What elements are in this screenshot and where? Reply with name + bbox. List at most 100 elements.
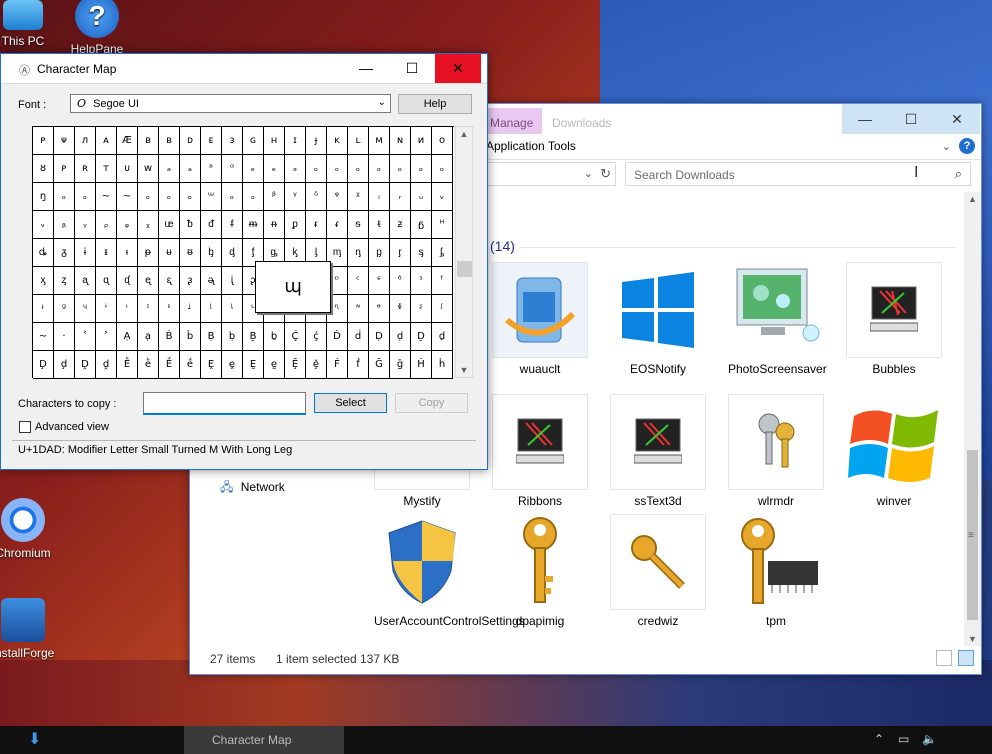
character-cell[interactable]: Æ <box>117 127 138 155</box>
ribbon-application-tools[interactable]: Application Tools <box>486 139 576 153</box>
character-cell[interactable]: ᶁ <box>222 239 243 267</box>
explorer-maximize-button[interactable]: ☐ <box>888 104 934 134</box>
character-cell[interactable]: Ḗ <box>159 351 180 379</box>
character-cell[interactable]: ᶡ <box>33 295 54 323</box>
character-cell[interactable]: ᶞ <box>390 267 411 295</box>
character-cell[interactable]: ᵻ <box>96 239 117 267</box>
character-cell[interactable]: ḃ <box>180 323 201 351</box>
explorer-scrollbar[interactable]: ▲ ≡ ▼ <box>964 192 981 646</box>
character-cell[interactable]: ₒ <box>180 183 201 211</box>
character-cell[interactable]: Ḍ <box>369 323 390 351</box>
character-cell[interactable]: ᶧ <box>159 295 180 323</box>
character-cell[interactable]: ᶑ <box>117 267 138 295</box>
character-cell[interactable]: Ḝ <box>285 351 306 379</box>
character-cell[interactable]: ᴈ <box>222 127 243 155</box>
character-cell[interactable]: ḍ <box>390 323 411 351</box>
details-view-icon[interactable] <box>936 650 952 666</box>
character-grid-scrollbar[interactable]: ▲ ▼ <box>455 126 473 378</box>
charmap-minimize-button[interactable]: — <box>343 54 389 83</box>
character-cell[interactable]: ᵰ <box>264 211 285 239</box>
taskbar-item-charmap[interactable]: Character Map <box>184 726 344 754</box>
help-button[interactable]: Help <box>398 94 472 114</box>
character-cell[interactable]: Ḟ <box>327 351 348 379</box>
character-cell[interactable]: ᶇ <box>348 239 369 267</box>
character-cell[interactable]: ᴋ <box>327 127 348 155</box>
file-item[interactable]: dpapimig <box>492 514 588 629</box>
refresh-icon[interactable]: ↻ <box>600 166 611 182</box>
character-cell[interactable]: Ḡ <box>369 351 390 379</box>
character-cell[interactable]: ᵟ <box>306 183 327 211</box>
volume-icon[interactable]: 🔈 <box>922 732 937 746</box>
character-cell[interactable]: ₒ <box>411 155 432 183</box>
character-cell[interactable]: ᶊ <box>411 239 432 267</box>
copy-button[interactable]: Copy <box>395 393 468 413</box>
character-cell[interactable]: ₒ <box>306 155 327 183</box>
character-cell[interactable]: ʀ <box>75 155 96 183</box>
character-cell[interactable]: Ḃ <box>159 323 180 351</box>
character-cell[interactable]: ~ <box>117 183 138 211</box>
character-cell[interactable]: ᵚ <box>201 183 222 211</box>
chevron-down-icon[interactable]: ⌄ <box>942 140 951 153</box>
character-cell[interactable]: ɪ <box>285 127 306 155</box>
character-cell[interactable]: ḋ <box>348 323 369 351</box>
character-cell[interactable]: ɢ <box>243 127 264 155</box>
chevron-down-icon[interactable]: ⌄ <box>584 167 593 180</box>
character-cell[interactable]: ᶦ <box>138 295 159 323</box>
character-cell[interactable]: ᶩ <box>201 295 222 323</box>
character-cell[interactable]: ₐ <box>180 155 201 183</box>
character-cell[interactable]: ᵵ <box>369 211 390 239</box>
character-cell[interactable]: ḓ <box>96 351 117 379</box>
character-cell[interactable]: Ḉ <box>285 323 306 351</box>
character-cell[interactable]: ᵤ <box>411 183 432 211</box>
character-cell[interactable]: ᶏ <box>75 267 96 295</box>
character-cell[interactable]: ₒ <box>222 183 243 211</box>
character-cell[interactable]: ₒ <box>159 183 180 211</box>
character-cell[interactable]: ₒ <box>390 155 411 183</box>
character-cell[interactable]: ᶜ <box>348 267 369 295</box>
character-cell[interactable]: ᶱ <box>369 295 390 323</box>
character-cell[interactable]: ɨ <box>75 239 96 267</box>
character-cell[interactable]: ḑ <box>54 351 75 379</box>
file-item[interactable]: winver <box>846 394 942 509</box>
character-cell[interactable]: ᴡ <box>138 155 159 183</box>
character-cell[interactable]: ʟ <box>348 127 369 155</box>
character-cell[interactable]: ᶟ <box>411 267 432 295</box>
character-cell[interactable]: ᶋ <box>432 239 453 267</box>
character-cell[interactable]: ḙ <box>222 351 243 379</box>
character-cell[interactable]: ɟ <box>306 127 327 155</box>
select-button[interactable]: Select <box>314 393 387 413</box>
character-cell[interactable]: ᴘ <box>33 127 54 155</box>
character-cell[interactable]: ȡ <box>33 239 54 267</box>
character-cell[interactable]: Ḣ <box>411 351 432 379</box>
character-cell[interactable]: ɴ <box>390 127 411 155</box>
character-cell[interactable]: Ḑ <box>33 351 54 379</box>
character-cell[interactable]: ᵫ <box>159 211 180 239</box>
character-cell[interactable]: ~ <box>96 183 117 211</box>
character-cell[interactable]: ₒ <box>327 155 348 183</box>
charmap-maximize-button[interactable]: ☐ <box>389 54 435 83</box>
character-cell[interactable]: ḇ <box>264 323 285 351</box>
character-cell[interactable]: ḏ <box>432 323 453 351</box>
large-icons-view-icon[interactable] <box>958 650 974 666</box>
character-cell[interactable]: ᶎ <box>54 267 75 295</box>
explorer-minimize-button[interactable]: — <box>842 104 888 134</box>
character-cell[interactable]: ᴘ <box>54 155 75 183</box>
character-cell[interactable]: Ḅ <box>201 323 222 351</box>
character-cell[interactable]: ᵥ <box>33 211 54 239</box>
explorer-close-button[interactable]: ✕ <box>934 104 980 134</box>
character-cell[interactable]: ᶣ <box>75 295 96 323</box>
character-cell[interactable]: ᵹ <box>54 239 75 267</box>
character-cell[interactable]: ᵶ <box>390 211 411 239</box>
search-input[interactable]: Search Downloads ⌕ <box>625 162 971 186</box>
character-cell[interactable]: ᴛ <box>96 155 117 183</box>
character-cell[interactable]: ᵦ <box>54 211 75 239</box>
character-cell[interactable]: ˃ <box>96 323 117 351</box>
character-cell[interactable]: ᵣ <box>390 183 411 211</box>
character-cell[interactable]: ᴅ <box>180 127 201 155</box>
character-cell[interactable]: ᶒ <box>138 267 159 295</box>
scroll-up-icon[interactable]: ▲ <box>456 129 472 139</box>
file-item[interactable]: wlrmdr <box>728 394 824 509</box>
address-bar[interactable]: ⌄ ↻ <box>486 162 616 186</box>
character-cell[interactable]: ḗ <box>180 351 201 379</box>
character-cell[interactable]: ᵨ <box>96 211 117 239</box>
